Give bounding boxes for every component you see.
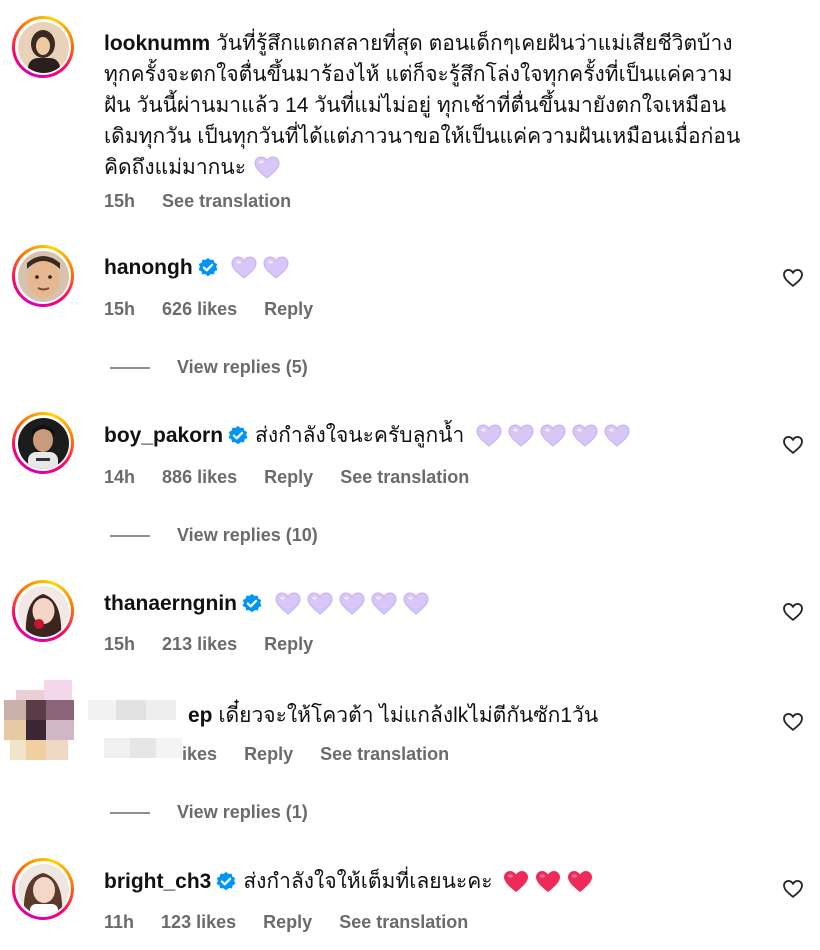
comment-text: looknumm วันที่รู้สึกแตกสลายที่สุด ตอนเด…: [104, 32, 733, 55]
comment-username[interactable]: thanaerngnin: [104, 592, 237, 615]
comment-text-line: เดิมทุกวัน เป็นทุกวันที่ได้แต่ภาวนาขอให้…: [104, 125, 741, 148]
comment-text: thanaerngnin: [104, 588, 429, 619]
avatar-image: [17, 21, 69, 73]
verified-badge-icon: [197, 257, 219, 279]
purple-heart-emoji: [572, 424, 598, 448]
avatar-image: [17, 250, 69, 302]
purple-heart-emoji: [339, 592, 365, 616]
purple-heart-emoji: [371, 592, 397, 616]
comment-time: 15h: [104, 191, 136, 211]
divider-dash: [110, 812, 150, 815]
comment-text: ep เดี๋ยวจะให้โควต้า ไม่แกล้งlkไม่ตีกันซ…: [188, 704, 599, 727]
comment-username[interactable]: boy_pakorn: [104, 424, 223, 447]
red-heart-emoji: [535, 870, 561, 894]
comment-meta: 15h 213 likes Reply: [104, 633, 335, 655]
comment-likes[interactable]: 886 likes: [162, 467, 237, 487]
like-heart-icon[interactable]: [782, 878, 804, 900]
comment-time: 14h: [104, 467, 136, 487]
divider-dash: [110, 367, 150, 370]
purple-heart-emoji: [231, 256, 257, 280]
comment-meta: 15h 626 likes Reply: [104, 298, 335, 320]
comment-text-line: ฝัน วันนี้ผ่านมาแล้ว 14 วันที่แม่ไม่อยู่…: [104, 94, 727, 117]
comment-text-line: คิดถึงแม่มากนะ: [104, 152, 280, 183]
comment-text: boy_pakorn ส่งกำลังใจนะครับลูกน้ำ: [104, 420, 630, 451]
comment-username[interactable]: looknumm: [104, 32, 210, 55]
verified-badge-icon: [227, 425, 249, 447]
like-heart-icon[interactable]: [782, 267, 804, 289]
avatar[interactable]: [12, 412, 74, 474]
comment-meta: ikes Reply See translation: [182, 743, 471, 765]
comment-likes[interactable]: 626 likes: [162, 299, 237, 319]
comment-time: 15h: [104, 299, 136, 319]
purple-heart-emoji: [263, 256, 289, 280]
avatar-image: [17, 585, 69, 637]
reply-button[interactable]: Reply: [244, 744, 293, 764]
comment-meta: 14h 886 likes Reply See translation: [104, 466, 491, 488]
comment-likes[interactable]: 213 likes: [162, 634, 237, 654]
like-heart-icon[interactable]: [782, 711, 804, 733]
purple-heart-emoji: [540, 424, 566, 448]
comment-time: 11h: [104, 912, 135, 932]
red-heart-emoji: [567, 870, 593, 894]
avatar[interactable]: [12, 858, 74, 920]
reply-button[interactable]: Reply: [263, 912, 312, 932]
purple-heart-emoji: [508, 424, 534, 448]
purple-heart-emoji: [254, 156, 280, 180]
see-translation-link[interactable]: See translation: [320, 744, 449, 764]
like-heart-icon[interactable]: [782, 601, 804, 623]
reply-button[interactable]: Reply: [264, 467, 313, 487]
comment-time: 15h: [104, 634, 136, 654]
purple-heart-emoji: [403, 592, 429, 616]
comment-meta: 15h See translation: [104, 190, 313, 212]
view-replies-button[interactable]: View replies (10): [110, 525, 318, 546]
comment-text: hanongh: [104, 252, 289, 283]
censored-avatar-mosaic: [0, 680, 190, 770]
purple-heart-emoji: [604, 424, 630, 448]
view-replies-button[interactable]: View replies (1): [110, 802, 308, 823]
red-heart-emoji: [503, 870, 529, 894]
view-replies-button[interactable]: View replies (5): [110, 357, 308, 378]
comment-meta: 11h 123 likes Reply See translation: [104, 911, 490, 933]
avatar[interactable]: [12, 245, 74, 307]
avatar[interactable]: [12, 16, 74, 78]
avatar-image: [17, 863, 69, 915]
avatar-image: [17, 417, 69, 469]
comment-text: bright_ch3 ส่งกำลังใจให้เต็มที่เลยนะคะ: [104, 866, 593, 897]
divider-dash: [110, 535, 150, 538]
comment-text-line: ทุกครั้งจะตกใจตื่นขึ้นมาร้องไห้ แต่ก็จะร…: [104, 63, 733, 86]
see-translation-link[interactable]: See translation: [162, 191, 291, 211]
avatar[interactable]: [12, 580, 74, 642]
comment-likes[interactable]: ikes: [182, 744, 217, 764]
like-heart-icon[interactable]: [782, 434, 804, 456]
purple-heart-emoji: [275, 592, 301, 616]
see-translation-link[interactable]: See translation: [340, 467, 469, 487]
see-translation-link[interactable]: See translation: [339, 912, 468, 932]
purple-heart-emoji: [476, 424, 502, 448]
comment-username[interactable]: hanongh: [104, 256, 193, 279]
reply-button[interactable]: Reply: [264, 299, 313, 319]
verified-badge-icon: [215, 871, 237, 893]
comment-likes[interactable]: 123 likes: [161, 912, 236, 932]
verified-badge-icon: [241, 593, 263, 615]
comment-username[interactable]: bright_ch3: [104, 870, 211, 893]
reply-button[interactable]: Reply: [264, 634, 313, 654]
purple-heart-emoji: [307, 592, 333, 616]
comment-username[interactable]: ep: [188, 704, 213, 727]
